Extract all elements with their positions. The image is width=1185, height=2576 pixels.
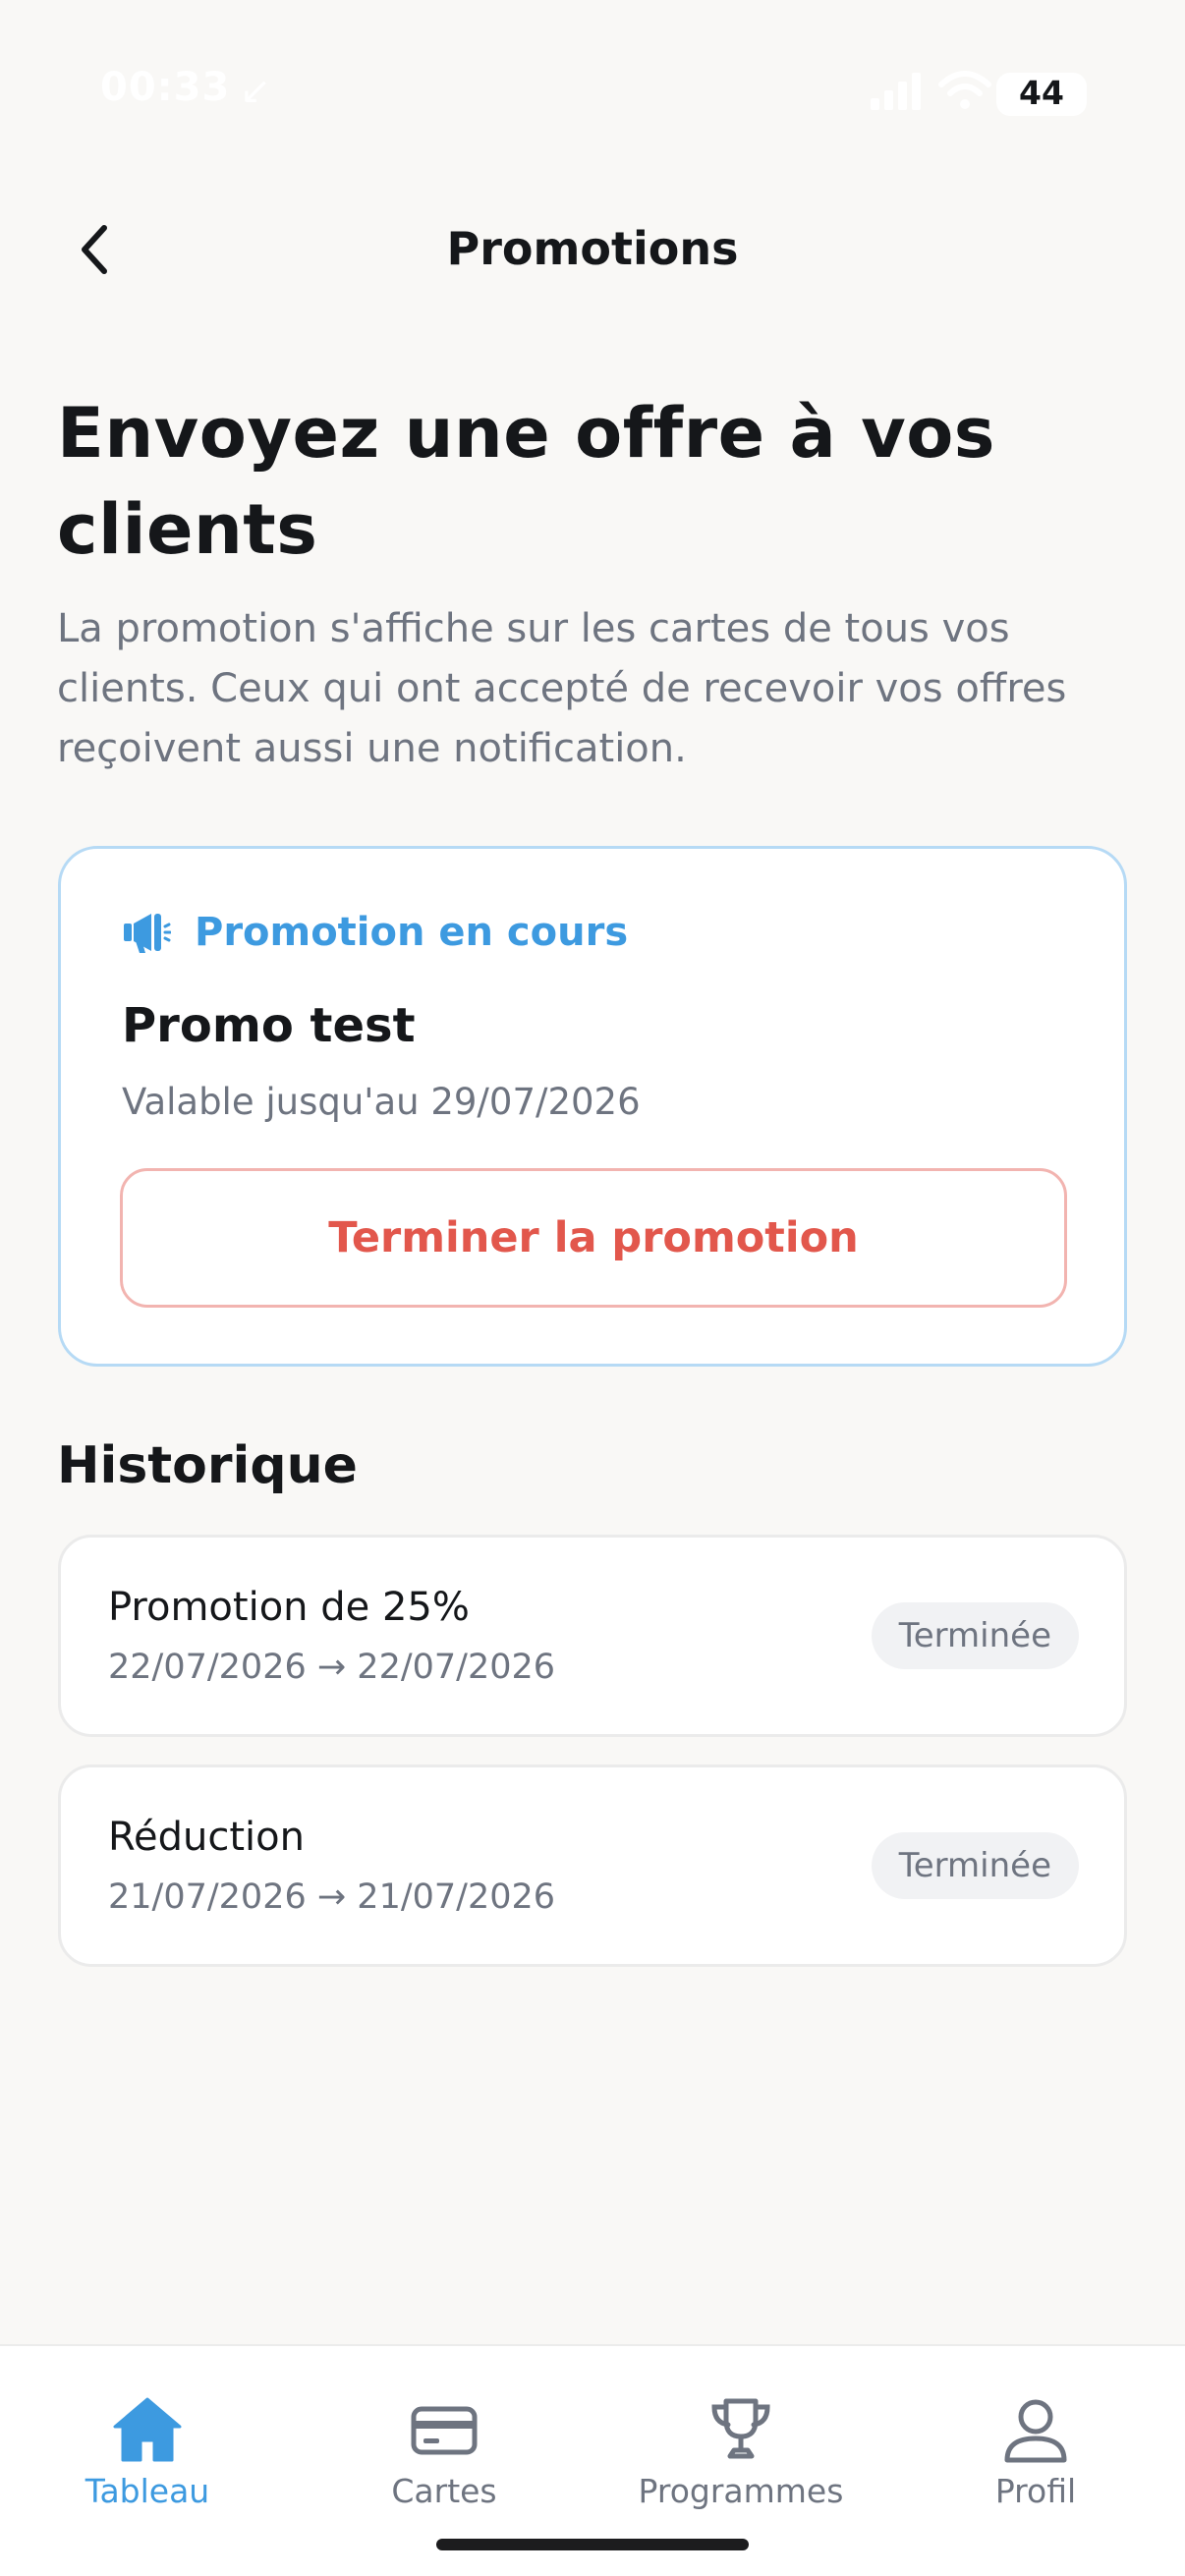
location-arrow-icon: ↙	[240, 69, 271, 112]
subtitle: La promotion s'affiche sur les cartes de…	[57, 606, 1067, 771]
wifi-icon	[938, 71, 991, 109]
tab-label: Programmes	[638, 2472, 844, 2510]
history-item-name: Promotion de 25%	[108, 1585, 470, 1630]
headline: Envoyez une offre à vos clients	[57, 393, 995, 570]
promotion-name: Promo test	[122, 998, 416, 1053]
status-time: 00:33	[100, 65, 231, 110]
tab-programmes[interactable]: Programmes	[623, 2395, 859, 2510]
promotion-validity: Valable jusqu'au 29/07/2026	[122, 1081, 641, 1123]
active-promotion-label: Promotion en cours	[195, 910, 629, 955]
signal-icon	[871, 71, 926, 110]
home-indicator	[436, 2539, 749, 2550]
home-icon	[113, 2397, 182, 2462]
history-title: Historique	[57, 1436, 358, 1495]
active-promotion-card: Promotion en cours Promo test Valable ju…	[58, 846, 1127, 1367]
status-bar: 00:33 ↙ 44	[0, 0, 1185, 187]
active-promotion-header: Promotion en cours	[122, 910, 628, 955]
end-promotion-button[interactable]: Terminer la promotion	[120, 1168, 1067, 1308]
card-icon	[411, 2406, 478, 2455]
history-item-dates: 21/07/2026 → 21/07/2026	[108, 1877, 556, 1917]
tab-label: Cartes	[391, 2472, 497, 2510]
tab-cartes[interactable]: Cartes	[326, 2395, 562, 2510]
user-icon	[1004, 2399, 1067, 2463]
history-item-dates: 22/07/2026 → 22/07/2026	[108, 1648, 556, 1687]
trophy-icon	[711, 2398, 770, 2459]
tab-label: Tableau	[85, 2472, 210, 2510]
megaphone-icon	[124, 914, 171, 953]
tab-profil[interactable]: Profil	[918, 2395, 1154, 2510]
history-item[interactable]: Réduction 21/07/2026 → 21/07/2026 Termin…	[58, 1764, 1127, 1967]
history-item-name: Réduction	[108, 1815, 305, 1860]
battery-level: 44	[1019, 74, 1064, 112]
page-title: Promotions	[446, 222, 739, 275]
status-badge: Terminée	[871, 1602, 1079, 1669]
tab-label: Profil	[994, 2472, 1077, 2510]
tab-tableau[interactable]: Tableau	[29, 2395, 265, 2510]
history-item[interactable]: Promotion de 25% 22/07/2026 → 22/07/2026…	[58, 1535, 1127, 1737]
status-badge: Terminée	[871, 1832, 1079, 1899]
